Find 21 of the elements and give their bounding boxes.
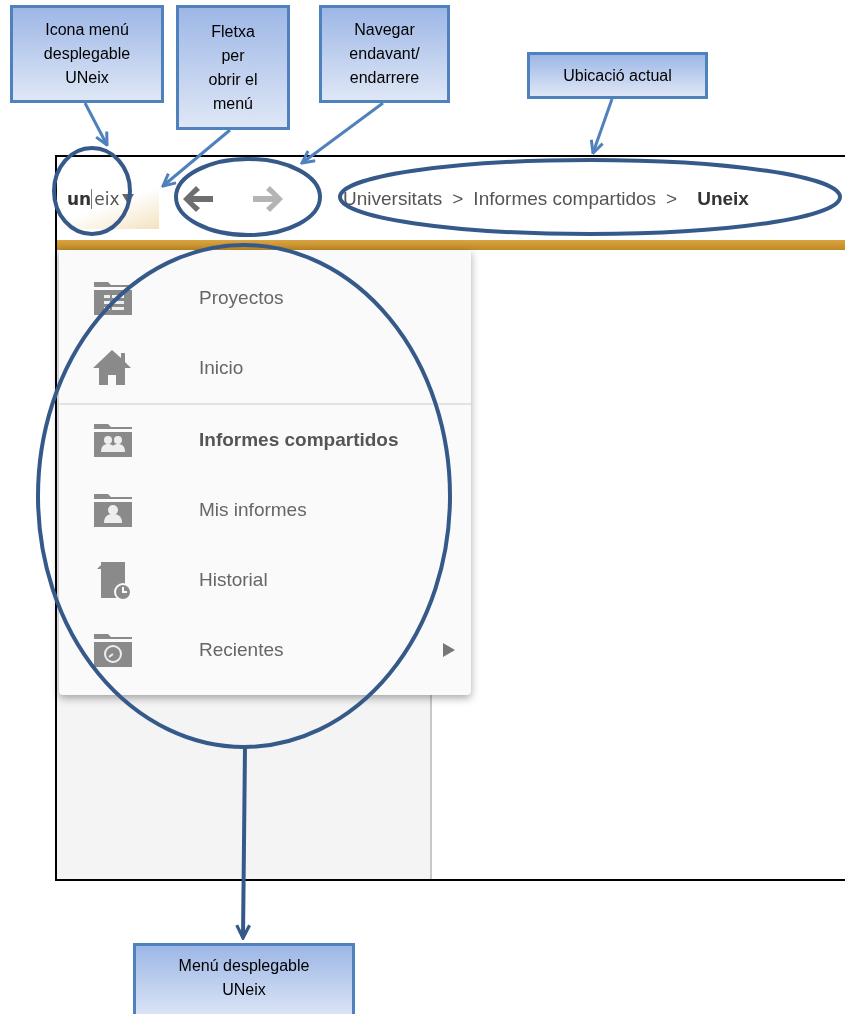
callout-label: Icona menú desplegable UNeix bbox=[10, 5, 164, 103]
menu-item[interactable]: Mis informes bbox=[59, 475, 471, 545]
callout-label: Navegar endavant/ endarrere bbox=[319, 5, 450, 103]
menu-item[interactable]: Recientes bbox=[59, 615, 471, 685]
callout-arrow bbox=[161, 128, 231, 188]
current-location: Uneix bbox=[697, 187, 749, 210]
breadcrumb-separator: > bbox=[666, 187, 678, 210]
callout-label: Menú desplegable UNeix bbox=[133, 943, 355, 1014]
callout-arrow bbox=[589, 98, 614, 155]
menu-item[interactable]: Proyectos bbox=[59, 263, 471, 333]
menu-item[interactable]: Informes compartidos bbox=[59, 405, 471, 475]
menu-item[interactable]: Inicio bbox=[59, 333, 471, 405]
menu-item[interactable]: Historial bbox=[59, 545, 471, 615]
callout-arrow bbox=[83, 102, 109, 147]
breadcrumb-separator: > bbox=[452, 187, 464, 210]
callout-label: Ubicació actual bbox=[527, 52, 708, 99]
back-arrow-icon[interactable] bbox=[181, 183, 215, 214]
callout-label: Fletxa per obrir el menú bbox=[176, 5, 290, 130]
breadcrumb-link[interactable]: Informes compartidos bbox=[473, 187, 657, 210]
breadcrumb-link[interactable]: Universitats bbox=[343, 187, 443, 210]
caret-icon[interactable] bbox=[122, 193, 135, 204]
